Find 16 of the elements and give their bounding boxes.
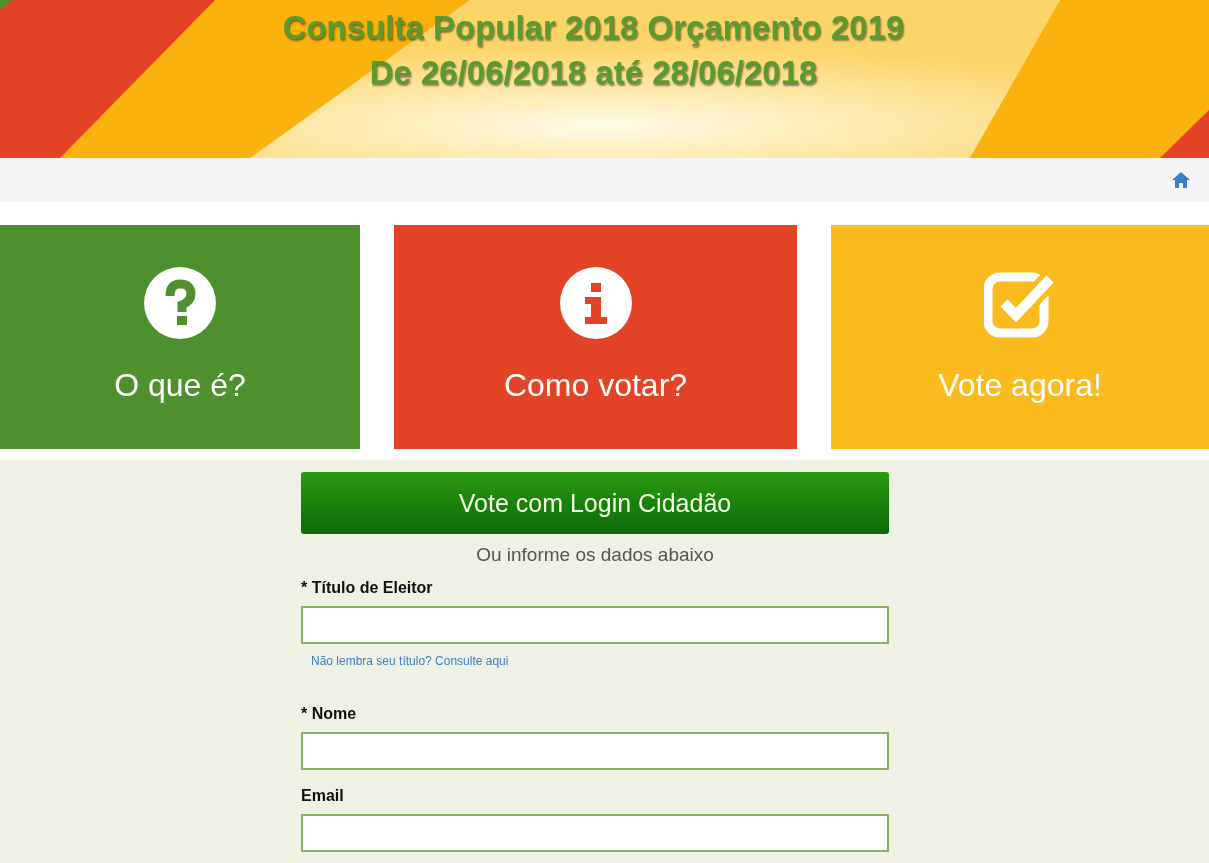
menu-tile[interactable]: Como votar?	[394, 225, 797, 449]
field-label: * Título de Eleitor	[301, 579, 433, 597]
home-icon[interactable]	[1171, 171, 1191, 189]
banner-title: De 26/06/2018 até 28/06/2018	[369, 53, 818, 93]
divider-text: Ou informe os dados abaixo	[476, 544, 714, 566]
field-label: * Nome	[301, 705, 357, 723]
login-button[interactable]: Vote com Login Cidadão	[301, 472, 889, 534]
input-field[interactable]	[301, 814, 889, 852]
field-label: Email	[301, 787, 344, 805]
menu-tile[interactable]: O que é?	[0, 225, 360, 449]
question-icon	[144, 266, 216, 339]
info-icon	[559, 266, 632, 339]
help-link[interactable]: Não lembra seu título? Consulte aqui	[311, 654, 509, 668]
banner-title: Consulta Popular 2018 Orçamento 2019	[282, 8, 905, 48]
input-field[interactable]	[301, 732, 889, 770]
input-field[interactable]	[301, 606, 889, 644]
